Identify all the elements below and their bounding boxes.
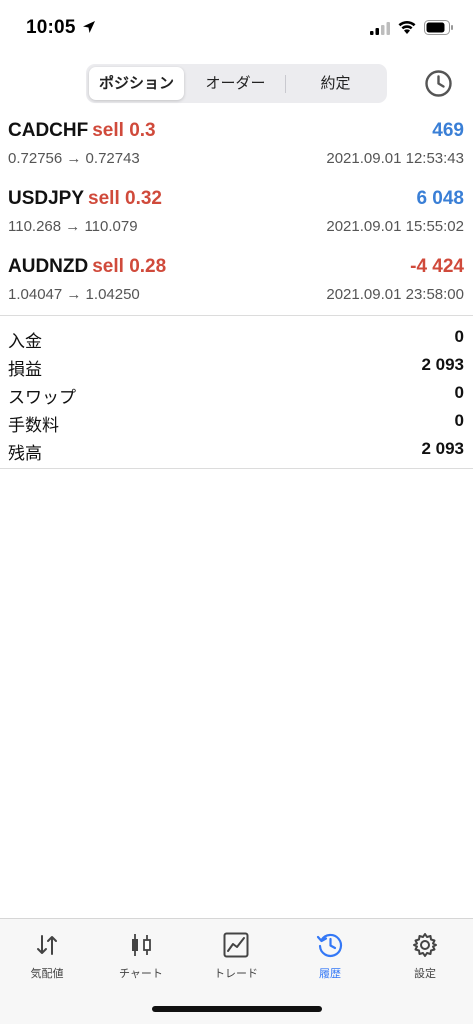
position-time: 2021.09.01 12:53:43 bbox=[326, 150, 464, 167]
tab-label: 履歴 bbox=[319, 968, 341, 980]
position-prices: 110.268 → 110.079 bbox=[8, 218, 138, 235]
summary-value: 0 bbox=[454, 411, 464, 430]
summary-value: 2 093 bbox=[421, 439, 464, 458]
tab-positions[interactable]: ポジション bbox=[89, 67, 184, 100]
home-indicator bbox=[152, 1006, 322, 1012]
gear-icon bbox=[413, 933, 437, 957]
summary-row-balance: 残高 2 093 bbox=[0, 435, 473, 463]
position-time: 2021.09.01 23:58:00 bbox=[326, 286, 464, 303]
summary-row-profit: 損益 2 093 bbox=[0, 351, 473, 379]
summary-value: 0 bbox=[454, 327, 464, 346]
tab-label: 気配値 bbox=[30, 968, 64, 980]
summary-bottom-divider bbox=[0, 468, 473, 469]
trade-chart-icon bbox=[223, 932, 249, 958]
position-row[interactable]: CADCHF sell 0.3 469 0.72756 → 0.72743 202… bbox=[0, 112, 473, 180]
position-profit: 6 048 bbox=[416, 188, 464, 209]
tab-settings[interactable]: 設定 bbox=[390, 931, 460, 981]
position-prices: 0.72756 → 0.72743 bbox=[8, 150, 140, 167]
summary-value: 2 093 bbox=[421, 355, 464, 374]
clock-icon[interactable] bbox=[424, 69, 453, 98]
position-symbol-line: USDJPY sell 0.32 bbox=[8, 188, 162, 210]
position-symbol: USDJPY bbox=[8, 188, 85, 209]
battery-icon bbox=[424, 20, 453, 35]
position-profit: -4 424 bbox=[410, 256, 464, 277]
status-bar: 10:05 bbox=[0, 0, 473, 58]
summary-label: 入金 bbox=[8, 332, 42, 351]
quotes-arrows-icon bbox=[37, 935, 57, 955]
history-clock-icon bbox=[316, 933, 343, 958]
summary-top-divider bbox=[0, 315, 473, 316]
summary-row-deposit: 入金 0 bbox=[0, 323, 473, 351]
summary-label: 損益 bbox=[8, 360, 42, 379]
tab-label: トレード bbox=[214, 968, 258, 980]
tab-orders[interactable]: オーダー bbox=[188, 67, 283, 100]
tab-deals[interactable]: 約定 bbox=[287, 67, 384, 100]
position-side: sell 0.3 bbox=[92, 120, 156, 141]
position-side: sell 0.28 bbox=[92, 256, 167, 277]
candlestick-chart-icon bbox=[132, 934, 151, 956]
account-summary: 入金 0 損益 2 093 スワップ 0 手数料 0 残高 2 093 bbox=[0, 323, 473, 463]
tab-chart[interactable]: チャート bbox=[106, 931, 176, 981]
position-row[interactable]: AUDNZD sell 0.28 -4 424 1.04047 → 1.04250… bbox=[0, 248, 473, 316]
summary-value: 0 bbox=[454, 383, 464, 402]
tab-label: チャート bbox=[119, 968, 163, 980]
segment-divider bbox=[285, 75, 286, 93]
position-time: 2021.09.01 15:55:02 bbox=[326, 218, 464, 235]
summary-row-commission: 手数料 0 bbox=[0, 407, 473, 435]
position-row[interactable]: USDJPY sell 0.32 6 048 110.268 → 110.079 … bbox=[0, 180, 473, 248]
tab-trade[interactable]: トレード bbox=[201, 931, 271, 981]
summary-label: スワップ bbox=[8, 388, 76, 407]
summary-label: 手数料 bbox=[8, 416, 59, 435]
position-side: sell 0.32 bbox=[88, 188, 162, 209]
position-profit: 469 bbox=[432, 120, 464, 141]
tab-history[interactable]: 履歴 bbox=[295, 931, 365, 981]
status-time: 10:05 bbox=[26, 17, 76, 38]
cellular-signal-icon bbox=[370, 22, 390, 35]
position-symbol: AUDNZD bbox=[8, 256, 89, 277]
position-symbol: CADCHF bbox=[8, 120, 89, 141]
positions-list: CADCHF sell 0.3 469 0.72756 → 0.72743 202… bbox=[0, 112, 473, 316]
summary-row-swap: スワップ 0 bbox=[0, 379, 473, 407]
position-symbol-line: CADCHF sell 0.3 bbox=[8, 120, 156, 142]
position-prices: 1.04047 → 1.04250 bbox=[8, 286, 140, 303]
location-arrow-icon bbox=[83, 21, 95, 33]
position-symbol-line: AUDNZD sell 0.28 bbox=[8, 256, 166, 278]
wifi-icon bbox=[398, 20, 416, 34]
view-segmented-control: ポジション オーダー 約定 bbox=[86, 64, 387, 103]
summary-label: 残高 bbox=[8, 444, 42, 463]
tab-label: 設定 bbox=[414, 968, 436, 980]
tab-quotes[interactable]: 気配値 bbox=[12, 931, 82, 981]
